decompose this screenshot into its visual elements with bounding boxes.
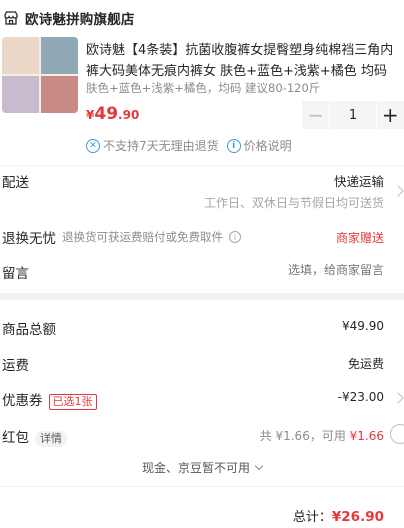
delivery-method[interactable]: 快递运输	[334, 171, 384, 190]
return-service-desc: 退换货可获运费赔付或免费取件 i	[62, 229, 241, 245]
product-thumbnail[interactable]	[2, 37, 78, 113]
no-return-policy[interactable]: 不支持7天无理由退货	[103, 137, 219, 154]
goods-total-value: ¥49.90	[342, 319, 384, 333]
store-icon	[4, 11, 18, 25]
delivery-time[interactable]: 工作日、双休日与节假日均可送货	[204, 194, 384, 211]
goods-total-label: 商品总额	[2, 322, 56, 338]
thumb-swatch-blue	[41, 37, 78, 74]
info-icon: i	[226, 138, 241, 153]
no-return-icon: ✕	[86, 138, 100, 153]
order-total: 总计：¥26.90	[293, 506, 384, 525]
delivery-chevron-icon[interactable]	[392, 185, 404, 197]
payment-options-toggle[interactable]: 现金、京豆暂不可用	[0, 459, 404, 476]
coupon-row[interactable]: 优惠券 已选1张	[2, 389, 97, 410]
store-header[interactable]: 欧诗魅拼购旗舰店	[3, 9, 135, 28]
price-explanation-link[interactable]: 价格说明	[244, 137, 292, 154]
coupon-chevron-icon[interactable]	[392, 392, 404, 404]
red-packet-info: 共 ¥1.66，可用 ¥1.66	[260, 427, 384, 444]
chevron-down-icon	[254, 461, 264, 471]
divider	[0, 486, 404, 487]
total-value: ¥26.90	[331, 509, 384, 525]
red-packet-label: 红包	[2, 430, 29, 446]
quantity-value[interactable]: 1	[330, 101, 376, 129]
red-packet-info-text: 共 ¥1.66，可用	[259, 429, 350, 443]
thumb-swatch-orange	[41, 76, 78, 113]
info-icon[interactable]: i	[229, 231, 241, 243]
delivery-label: 配送	[2, 175, 29, 191]
return-service-value: 商家赠送	[335, 231, 384, 245]
store-name: 欧诗魅拼购旗舰店	[25, 12, 135, 28]
memo-label: 留言	[2, 266, 29, 282]
payment-options-text: 现金、京豆暂不可用	[141, 461, 250, 475]
coupon-selected-badge: 已选1张	[48, 394, 97, 410]
red-packet-row: 红包 详情	[2, 426, 67, 447]
order-item-card: 欧诗魅拼购旗舰店 欧诗魅【4条装】抗菌收腹裤女提臀塑身纯棉裆三角内裤大码美体无痕…	[0, 0, 404, 165]
product-title[interactable]: 欧诗魅【4条装】抗菌收腹裤女提臀塑身纯棉裆三角内裤大码美体无痕内裤女 肤色+蓝色…	[86, 40, 404, 82]
return-service-text: 退换货可获运费赔付或免费取件	[62, 230, 223, 244]
shipping-label: 运费	[2, 358, 29, 374]
quantity-stepper: − 1 +	[302, 101, 404, 129]
red-packet-available: ¥1.66	[349, 429, 384, 443]
product-policies: ✕ 不支持7天无理由退货 i 价格说明	[86, 137, 292, 154]
thumb-swatch-skin	[2, 37, 39, 74]
red-packet-detail-button[interactable]: 详情	[35, 431, 67, 447]
decrease-quantity-button[interactable]: −	[302, 101, 330, 129]
order-summary-card: 商品总额 ¥49.90 运费 免运费 优惠券 已选1张 -¥23.00 红包 详情 …	[0, 300, 404, 528]
increase-quantity-button[interactable]: +	[376, 101, 404, 129]
product-price: ¥49.90	[86, 104, 139, 124]
coupon-label: 优惠券	[2, 393, 43, 409]
coupon-value: -¥23.00	[337, 390, 384, 404]
shipping-value: 免运费	[347, 357, 384, 371]
memo-input[interactable]	[224, 263, 384, 277]
delivery-card: 配送 快递运输 工作日、双休日与节假日均可送货 退换无忧 退换货可获运费赔付或免…	[0, 166, 404, 293]
total-label: 总计：	[292, 510, 332, 525]
thumb-swatch-purple	[2, 76, 39, 113]
red-packet-radio[interactable]	[390, 424, 404, 444]
price-decimal: .90	[118, 108, 140, 122]
price-integer: 49	[94, 104, 119, 124]
product-spec[interactable]: 肤色+蓝色+浅紫+橘色，均码 建议80-120斤	[86, 80, 404, 96]
return-service-label: 退换无忧	[2, 231, 56, 247]
